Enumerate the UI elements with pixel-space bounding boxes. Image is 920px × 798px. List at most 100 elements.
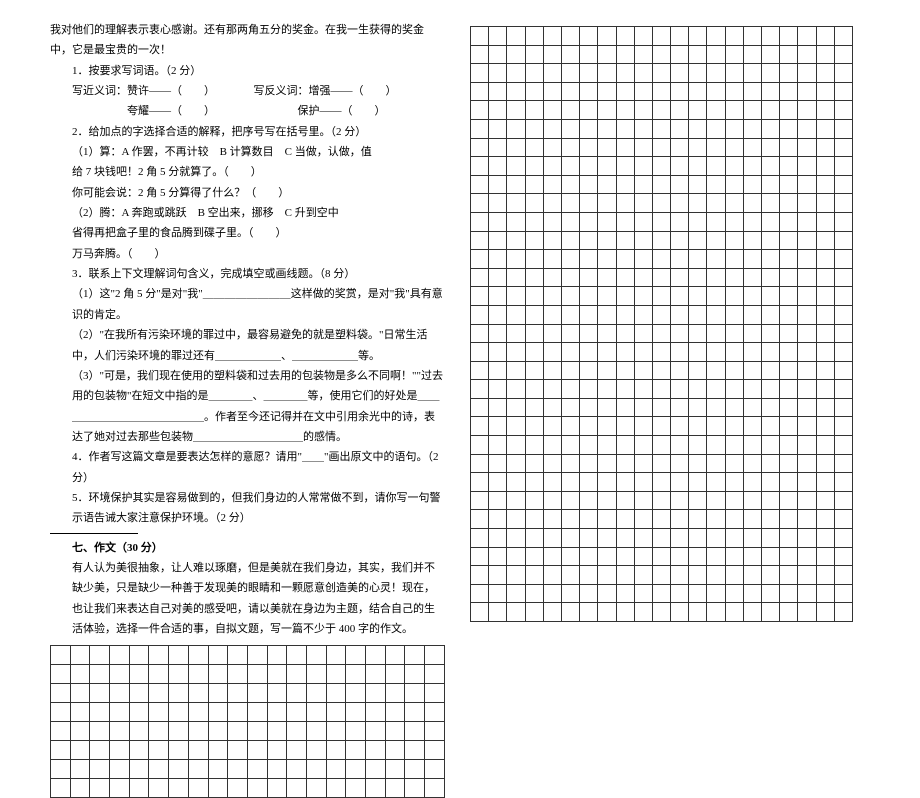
grid-cell [580, 398, 598, 417]
grid-cell [780, 361, 798, 380]
grid-cell [543, 212, 561, 231]
grid-cell [507, 398, 525, 417]
grid-cell [671, 510, 689, 529]
grid-cell [707, 436, 725, 455]
grid-cell [543, 64, 561, 83]
grid-cell [405, 760, 425, 779]
grid-cell [561, 398, 579, 417]
grid-cell [543, 250, 561, 269]
grid-cell [652, 529, 670, 548]
grid-cell [725, 119, 743, 138]
grid-cell [561, 343, 579, 362]
grid-cell [616, 82, 634, 101]
grid-cell [247, 665, 267, 684]
grid-cell [525, 436, 543, 455]
grid-cell [671, 491, 689, 510]
grid-cell [671, 250, 689, 269]
grid-cell [580, 101, 598, 120]
grid-cell [707, 324, 725, 343]
grid-cell [507, 361, 525, 380]
grid-cell [743, 380, 761, 399]
grid-cell [405, 665, 425, 684]
grid-cell [580, 361, 598, 380]
grid-cell [762, 454, 780, 473]
grid-cell [598, 287, 616, 306]
grid-cell [652, 175, 670, 194]
grid-cell [543, 491, 561, 510]
grid-cell [816, 584, 834, 603]
grid-cell [780, 324, 798, 343]
grid-cell [580, 119, 598, 138]
grid-cell [385, 665, 405, 684]
grid-cell [507, 491, 525, 510]
grid-cell [652, 138, 670, 157]
grid-cell [780, 268, 798, 287]
grid-cell [762, 45, 780, 64]
grid-cell [70, 741, 90, 760]
grid-cell [743, 45, 761, 64]
grid-cell [671, 473, 689, 492]
grid-cell [51, 646, 71, 665]
grid-cell [405, 779, 425, 798]
grid-cell [306, 722, 326, 741]
grid-cell [543, 473, 561, 492]
grid-cell [762, 119, 780, 138]
grid-cell [652, 584, 670, 603]
composition-block: 七、作文（30 分） 有人认为美很抽象，让人难以琢磨，但是美就在我们身边，其实，… [50, 538, 445, 640]
grid-cell [51, 665, 71, 684]
grid-cell [707, 82, 725, 101]
grid-cell [652, 343, 670, 362]
grid-cell [51, 703, 71, 722]
grid-cell [70, 665, 90, 684]
grid-cell [598, 157, 616, 176]
grid-cell [652, 287, 670, 306]
grid-cell [798, 194, 816, 213]
grid-cell [346, 665, 366, 684]
grid-cell [489, 194, 507, 213]
q2-a2: 你可能会说：2 角 5 分算得了什么？（ ） [50, 183, 445, 203]
grid-cell [580, 157, 598, 176]
grid-cell [780, 473, 798, 492]
grid-cell [267, 665, 287, 684]
grid-cell [634, 82, 652, 101]
grid-cell [471, 212, 489, 231]
grid-cell [346, 684, 366, 703]
grid-cell [507, 82, 525, 101]
grid-cell [743, 27, 761, 46]
grid-cell [834, 64, 852, 83]
grid-cell [149, 760, 169, 779]
grid-cell [798, 603, 816, 622]
grid-cell [834, 138, 852, 157]
grid-cell [543, 305, 561, 324]
grid-cell [816, 473, 834, 492]
grid-cell [208, 703, 228, 722]
grid-cell [287, 760, 307, 779]
writing-grid-left [50, 645, 445, 798]
grid-cell [366, 741, 386, 760]
grid-cell [725, 603, 743, 622]
grid-cell [507, 250, 525, 269]
grid-cell [707, 64, 725, 83]
grid-cell [471, 454, 489, 473]
grid-cell [762, 343, 780, 362]
grid-cell [725, 287, 743, 306]
grid-cell [780, 454, 798, 473]
grid-cell [780, 547, 798, 566]
grid-cell [598, 175, 616, 194]
grid-cell [689, 27, 707, 46]
grid-cell [70, 760, 90, 779]
grid-cell [725, 566, 743, 585]
grid-cell [689, 491, 707, 510]
grid-cell [580, 324, 598, 343]
grid-cell [471, 138, 489, 157]
grid-cell [725, 510, 743, 529]
grid-cell [169, 646, 189, 665]
grid-cell [543, 138, 561, 157]
grid-cell [689, 157, 707, 176]
grid-cell [816, 119, 834, 138]
grid-cell [652, 101, 670, 120]
grid-cell [561, 454, 579, 473]
grid-cell [90, 779, 110, 798]
grid-cell [507, 157, 525, 176]
grid-cell [762, 175, 780, 194]
